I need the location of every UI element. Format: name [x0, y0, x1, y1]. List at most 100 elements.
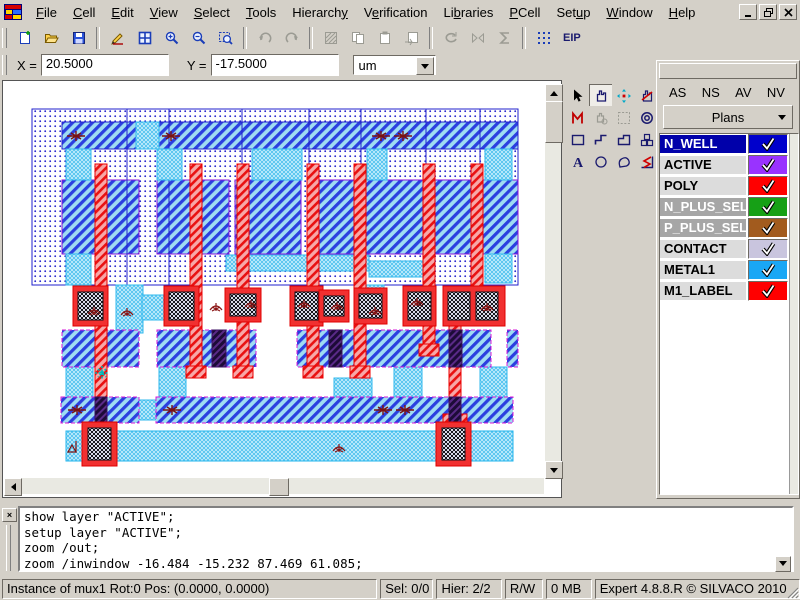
- blob-tool-icon: [616, 154, 632, 170]
- minimize-button[interactable]: [739, 4, 757, 20]
- layer-name[interactable]: P_PLUS_SELEC: [660, 219, 746, 237]
- mode-button-ns[interactable]: NS: [700, 83, 722, 103]
- layer-list-scrollbar[interactable]: [789, 134, 798, 494]
- layer-row-p_plus_selec[interactable]: P_PLUS_SELEC: [660, 218, 798, 238]
- menu-tools[interactable]: Tools: [238, 2, 284, 23]
- stretch-tool-icon: [570, 110, 586, 126]
- restore-button[interactable]: [759, 4, 777, 20]
- layer-row-poly[interactable]: POLY: [660, 176, 798, 196]
- menu-verification[interactable]: Verification: [356, 2, 436, 23]
- status-bar: Instance of mux1 Rot:0 Pos: (0.0000, 0.0…: [0, 577, 800, 600]
- draw-pencil-button[interactable]: [104, 25, 131, 51]
- circle-tool-button[interactable]: [589, 150, 613, 173]
- new-file-button[interactable]: [11, 25, 38, 51]
- layer-visibility-checkbox[interactable]: [748, 197, 788, 217]
- layer-visibility-checkbox[interactable]: [748, 176, 788, 196]
- save-file-button[interactable]: [65, 25, 92, 51]
- scroll-down-button[interactable]: [545, 461, 563, 479]
- horizontal-scroll-thumb[interactable]: [269, 478, 289, 496]
- canvas-horizontal-scrollbar[interactable]: [4, 478, 544, 494]
- wire-tool-button[interactable]: [589, 128, 613, 151]
- fill-region-button: [317, 25, 344, 51]
- layer-visibility-checkbox[interactable]: [748, 239, 788, 259]
- layer-visibility-checkbox[interactable]: [748, 155, 788, 175]
- status-field-2: Hier: 2/2: [436, 579, 501, 599]
- box-tool-button[interactable]: [566, 128, 590, 151]
- canvas-vertical-scrollbar[interactable]: [545, 84, 561, 477]
- menu-select[interactable]: Select: [186, 2, 238, 23]
- layer-panel-grip[interactable]: [659, 63, 797, 79]
- menu-help[interactable]: Help: [661, 2, 704, 23]
- open-file-button[interactable]: [38, 25, 65, 51]
- console-close-button[interactable]: ×: [2, 508, 17, 522]
- layer-visibility-checkbox[interactable]: [748, 281, 788, 301]
- menu-setup[interactable]: Setup: [548, 2, 598, 23]
- toolbar-separator: [309, 27, 313, 49]
- zoom-in-icon: [164, 30, 180, 46]
- move-tool-button[interactable]: [612, 84, 636, 107]
- text-tool-button[interactable]: A: [566, 150, 590, 173]
- console-grip[interactable]: [6, 525, 11, 571]
- mode-button-as[interactable]: AS: [667, 83, 688, 103]
- menu-cell[interactable]: Cell: [65, 2, 103, 23]
- layer-row-contact[interactable]: CONTACT: [660, 239, 798, 259]
- menu-edit[interactable]: Edit: [103, 2, 141, 23]
- grid-button[interactable]: [530, 25, 557, 51]
- menu-hierarchy[interactable]: Hierarchy: [284, 2, 356, 23]
- layer-row-active[interactable]: ACTIVE: [660, 155, 798, 175]
- pan-tool-button[interactable]: [589, 84, 613, 107]
- layer-name[interactable]: M1_LABEL: [660, 282, 746, 300]
- blob-tool-button[interactable]: [612, 150, 636, 173]
- command-history-dropdown[interactable]: [775, 556, 791, 572]
- vertical-scroll-thumb[interactable]: [545, 101, 563, 143]
- layer-name[interactable]: N_PLUS_SELEC: [660, 198, 746, 216]
- stretch-tool-button[interactable]: [566, 106, 590, 129]
- menu-file[interactable]: File: [28, 2, 65, 23]
- select-tool-button[interactable]: [566, 84, 590, 107]
- zoom-in-button[interactable]: [158, 25, 185, 51]
- coordbar-grip[interactable]: [2, 55, 7, 75]
- layout-canvas[interactable]: [9, 85, 545, 477]
- layer-name[interactable]: POLY: [660, 177, 746, 195]
- layer-name[interactable]: ACTIVE: [660, 156, 746, 174]
- console-log[interactable]: show layer "ACTIVE";setup layer "ACTIVE"…: [18, 506, 794, 572]
- layer-name[interactable]: N_WELL: [660, 135, 746, 153]
- zoom-out-button[interactable]: [185, 25, 212, 51]
- polygon-tool-button[interactable]: [612, 128, 636, 151]
- resize-grip[interactable]: [786, 586, 799, 599]
- layer-name[interactable]: CONTACT: [660, 240, 746, 258]
- y-coordinate-input[interactable]: -17.5000: [211, 54, 339, 76]
- zoom-region-button[interactable]: [212, 25, 239, 51]
- menu-pcell[interactable]: PCell: [501, 2, 548, 23]
- layer-row-metal1[interactable]: METAL1: [660, 260, 798, 280]
- mode-button-nv[interactable]: NV: [765, 83, 787, 103]
- tile-windows-button[interactable]: [131, 25, 158, 51]
- layer-row-n_well[interactable]: N_WELL: [660, 134, 798, 154]
- eip-button[interactable]: EIP: [557, 26, 587, 50]
- copy-icon: [350, 30, 366, 46]
- menu-libraries[interactable]: Libraries: [435, 2, 501, 23]
- toolbar-grip[interactable]: [2, 28, 7, 48]
- plans-dropdown[interactable]: Plans: [663, 105, 793, 129]
- mode-button-av[interactable]: AV: [733, 83, 753, 103]
- scroll-up-button[interactable]: [545, 84, 563, 102]
- layer-visibility-checkbox[interactable]: [748, 134, 788, 154]
- status-field-4: 0 MB: [546, 579, 592, 599]
- layer-visibility-checkbox[interactable]: [748, 218, 788, 238]
- region-select-tool-icon: [616, 110, 632, 126]
- unit-dropdown-button[interactable]: [416, 57, 434, 75]
- x-coordinate-input[interactable]: 20.5000: [41, 54, 169, 76]
- layer-name[interactable]: METAL1: [660, 261, 746, 279]
- console-line: setup layer "ACTIVE";: [24, 525, 792, 541]
- menu-window[interactable]: Window: [598, 2, 660, 23]
- scroll-left-button[interactable]: [4, 478, 22, 496]
- layer-row-n_plus_selec[interactable]: N_PLUS_SELEC: [660, 197, 798, 217]
- close-button[interactable]: [779, 4, 797, 20]
- layer-visibility-checkbox[interactable]: [748, 260, 788, 280]
- command-input-row[interactable]: zoom /inwindow -16.484 -15.232 87.469 61…: [24, 556, 792, 572]
- menu-view[interactable]: View: [142, 2, 186, 23]
- layer-row-m1_label[interactable]: M1_LABEL: [660, 281, 798, 301]
- command-input[interactable]: zoom /inwindow -16.484 -15.232 87.469 61…: [24, 556, 775, 572]
- unit-select[interactable]: um: [353, 55, 436, 75]
- tool-palette: A: [566, 84, 660, 176]
